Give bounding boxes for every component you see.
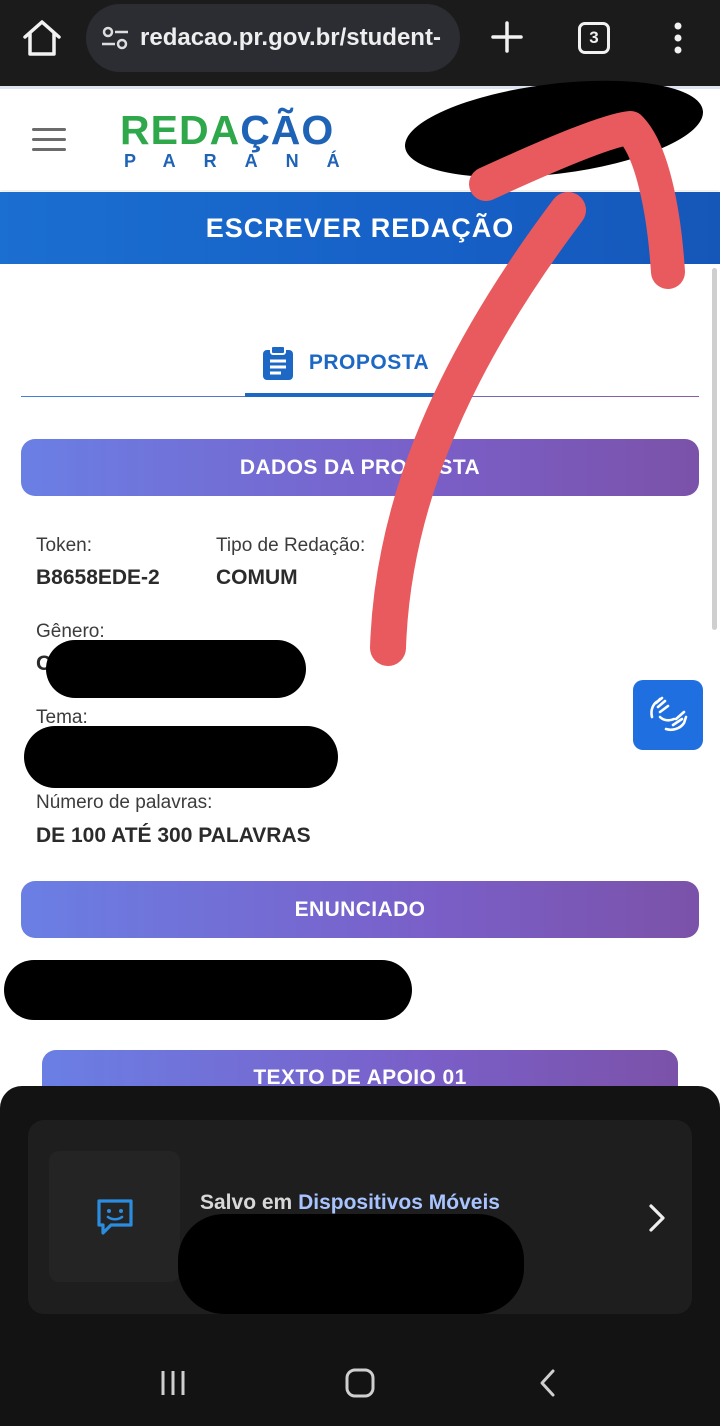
system-navigation-bar: [0, 1340, 720, 1426]
chat-bot-icon: [96, 1198, 133, 1235]
back-icon[interactable]: [536, 1368, 560, 1398]
annotation-arrow: [370, 111, 685, 666]
notification-thumbnail: [49, 1151, 180, 1282]
notification-prefix: Salvo em: [200, 1191, 299, 1214]
redaction-notification: [178, 1214, 524, 1314]
notification-link[interactable]: Dispositivos Móveis: [298, 1191, 500, 1214]
home-nav-icon[interactable]: [345, 1368, 375, 1398]
chevron-right-icon[interactable]: [646, 1202, 668, 1234]
recents-icon[interactable]: [158, 1368, 188, 1398]
notification-text: Salvo em Dispositivos Móveis: [200, 1191, 500, 1215]
